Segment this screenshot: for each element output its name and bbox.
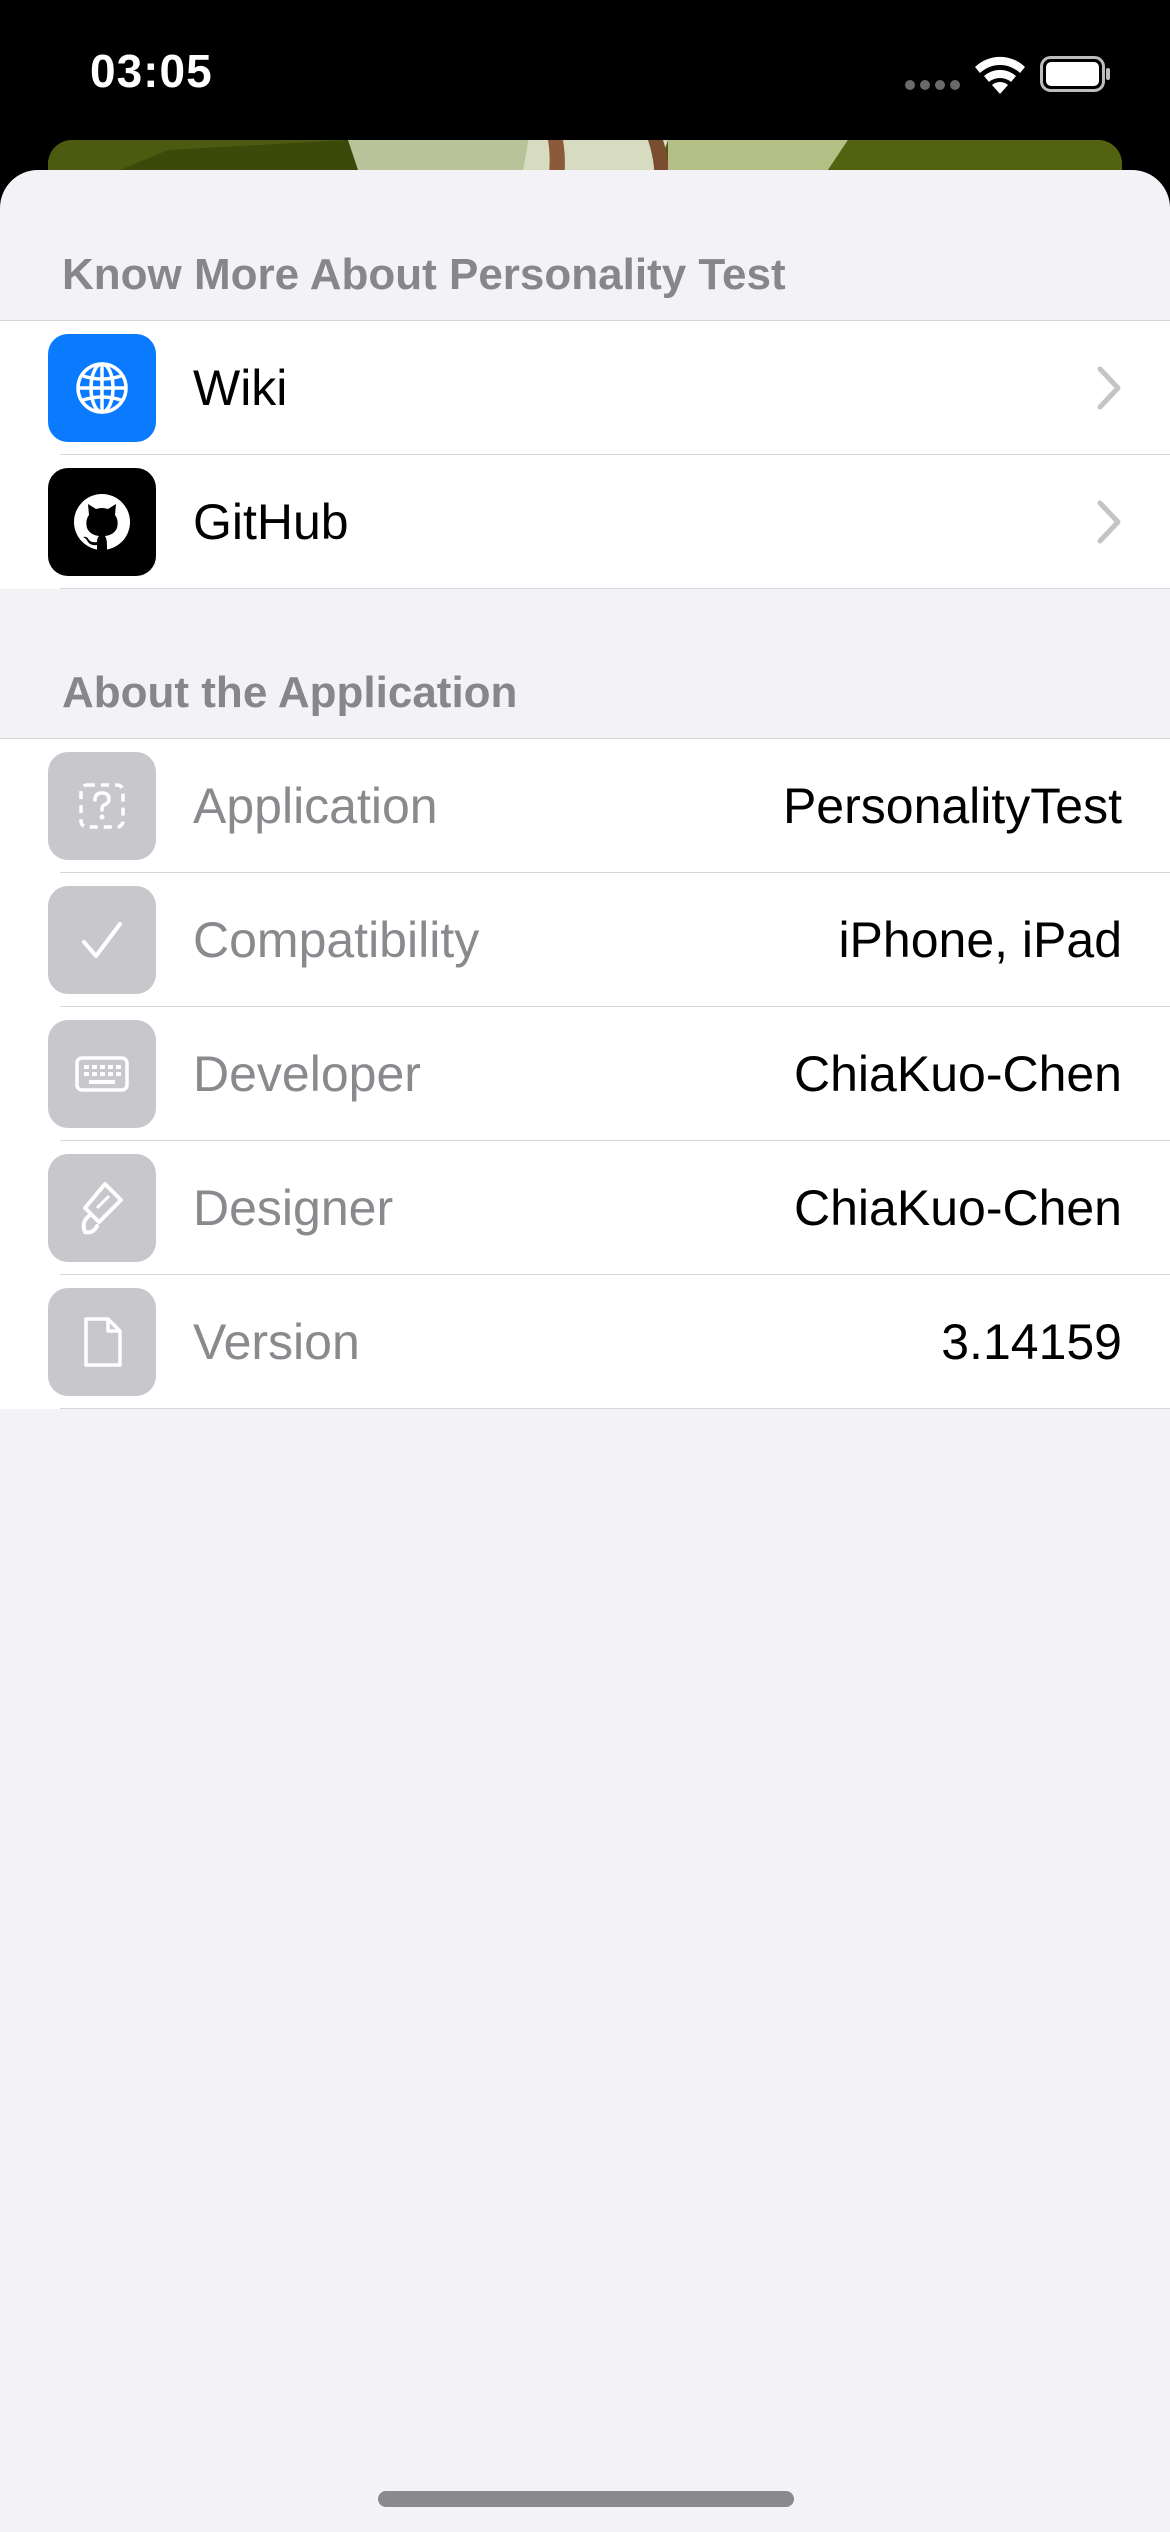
battery-icon	[1040, 56, 1110, 92]
github-row[interactable]: GitHub	[0, 455, 1170, 589]
version-value: 3.14159	[941, 1314, 1122, 1370]
about-sheet: Know More About Personality Test Wiki Gi…	[0, 170, 1170, 2532]
chevron-right-icon	[1097, 500, 1121, 544]
row-separator	[60, 587, 1170, 589]
about-app-group: Application PersonalityTest Compatibilit…	[0, 738, 1170, 1409]
section-header-about-app: About the Application	[62, 668, 518, 717]
developer-label: Developer	[193, 1046, 421, 1102]
compatibility-value: iPhone, iPad	[838, 912, 1122, 968]
compatibility-label: Compatibility	[193, 912, 480, 968]
globe-icon	[48, 334, 156, 442]
version-label: Version	[193, 1314, 360, 1370]
section-header-know-more: Know More About Personality Test	[62, 250, 786, 299]
developer-value: ChiaKuo-Chen	[794, 1046, 1122, 1102]
version-row: Version 3.14159	[0, 1275, 1170, 1409]
status-bar: 03:05	[0, 0, 1170, 150]
keyboard-icon	[48, 1020, 156, 1128]
application-value: PersonalityTest	[782, 778, 1122, 834]
developer-row: Developer ChiaKuo-Chen	[0, 1007, 1170, 1141]
wifi-icon	[975, 56, 1025, 94]
designer-label: Designer	[193, 1180, 394, 1236]
document-icon	[48, 1288, 156, 1396]
paintbrush-icon	[48, 1154, 156, 1262]
designer-value: ChiaKuo-Chen	[794, 1180, 1122, 1236]
checkmark-icon	[48, 886, 156, 994]
chevron-right-icon	[1097, 366, 1121, 410]
cellular-signal-icon	[905, 80, 961, 90]
wiki-row[interactable]: Wiki	[0, 321, 1170, 455]
row-separator	[60, 1407, 1170, 1409]
application-row: Application PersonalityTest	[0, 739, 1170, 873]
wiki-label: Wiki	[193, 360, 288, 416]
designer-row: Designer ChiaKuo-Chen	[0, 1141, 1170, 1275]
compatibility-row: Compatibility iPhone, iPad	[0, 873, 1170, 1007]
application-label: Application	[193, 778, 438, 834]
status-time: 03:05	[90, 45, 213, 97]
app-question-icon	[48, 752, 156, 860]
github-label: GitHub	[193, 494, 349, 550]
github-icon	[48, 468, 156, 576]
home-indicator[interactable]	[378, 2491, 794, 2507]
know-more-group: Wiki GitHub	[0, 320, 1170, 589]
